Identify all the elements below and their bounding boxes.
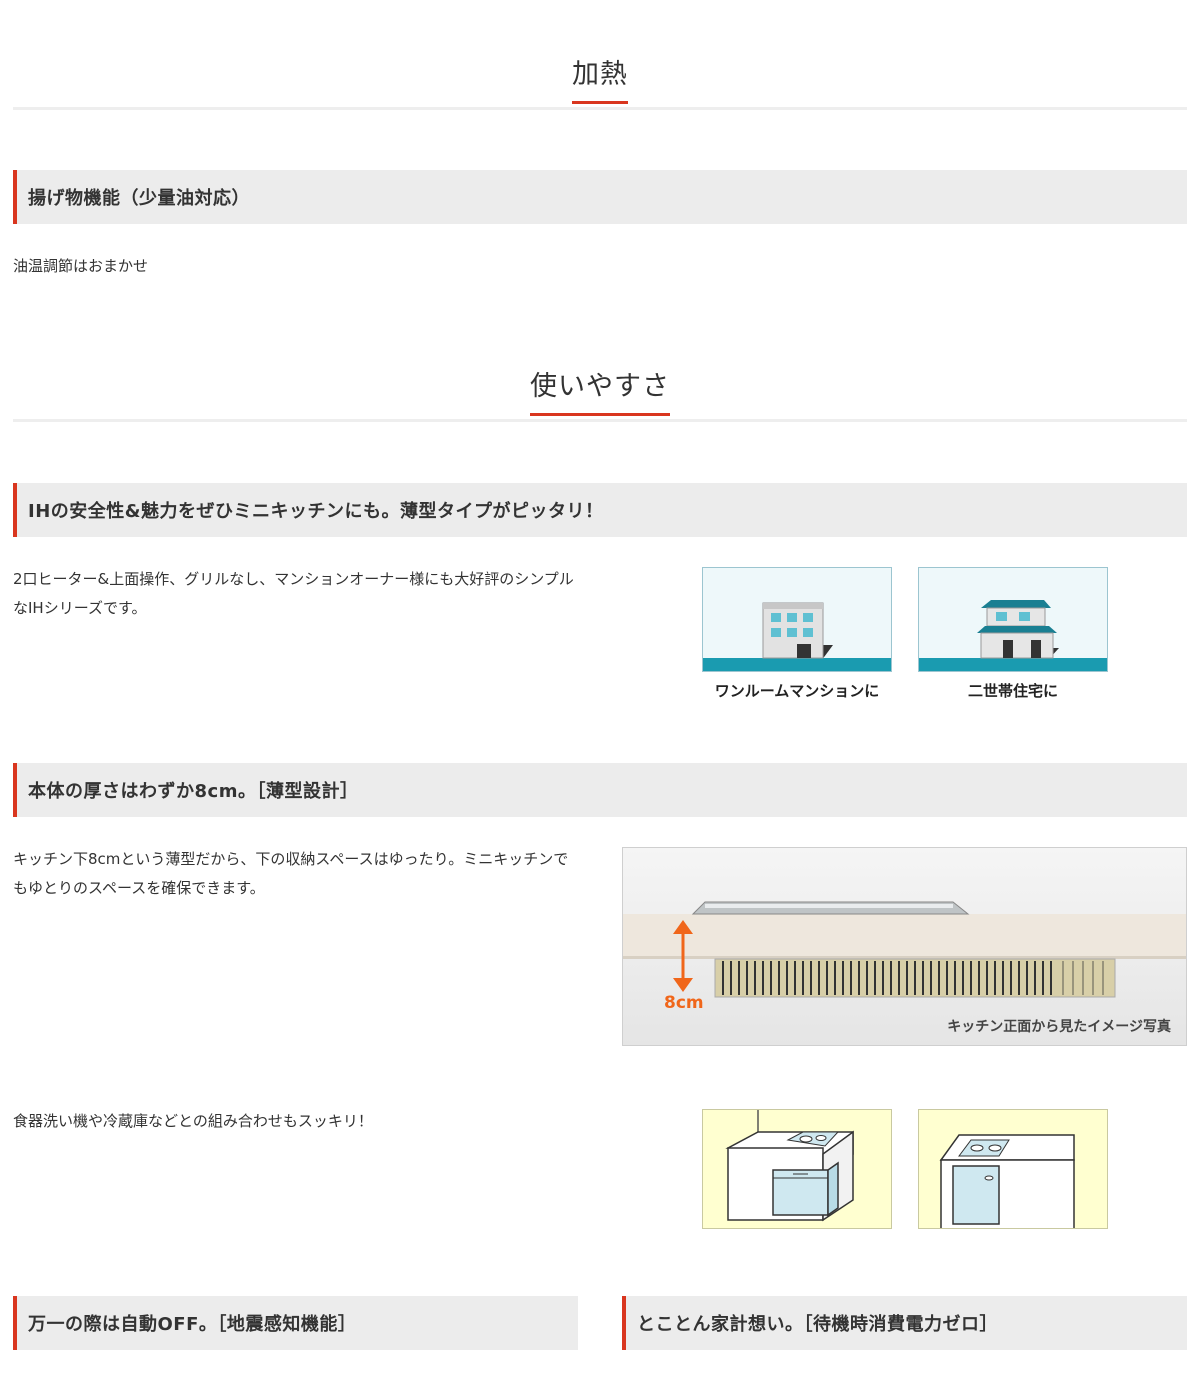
feature-heading-earthquake: 万一の際は自動OFF。［地震感知機能］ — [13, 1296, 578, 1350]
section-heading-heating: 加熱 — [13, 52, 1187, 110]
feature-text-mini-kitchen: 2口ヒーター&上面操作、グリルなし、マンションオーナー様にも大好評のシンプルなI… — [13, 570, 574, 617]
feature-title: とことん家計想い。［待機時消費電力ゼロ］ — [637, 1314, 998, 1335]
figure-one-room-mansion: ワンルームマンションに — [702, 567, 892, 701]
feature-heading-mini-kitchen: IHの安全性&魅力をぜひミニキッチンにも。薄型タイプがピッタリ！ — [13, 483, 1187, 537]
feature-heading-thin-design: 本体の厚さはわずか8cm。［薄型設計］ — [13, 763, 1187, 817]
section-title: 使いやすさ — [530, 364, 670, 416]
feature-title: 本体の厚さはわずか8cm。［薄型設計］ — [28, 781, 359, 802]
mansion-building-icon — [702, 567, 892, 672]
thickness-label: 8cm — [664, 993, 704, 1013]
figure-caption: 二世帯住宅に — [967, 682, 1058, 700]
section-title: 加熱 — [572, 52, 628, 104]
feature-title: 万一の際は自動OFF。［地震感知機能］ — [28, 1314, 357, 1335]
feature-title: IHの安全性&魅力をぜひミニキッチンにも。薄型タイプがピッタリ！ — [28, 501, 604, 522]
thin-design-photo: 8cm キッチン正面から見たイメージ写真 — [622, 847, 1187, 1046]
feature-text-thin-design: キッチン下8cmという薄型だから、下の収納スペースはゆったり。ミニキッチンでもゆ… — [13, 850, 569, 897]
section-divider — [13, 419, 1187, 422]
section-divider — [13, 107, 1187, 110]
feature-heading-standby-power: とことん家計想い。［待機時消費電力ゼロ］ — [622, 1296, 1187, 1350]
photo-caption: キッチン正面から見たイメージ写真 — [947, 1019, 1171, 1035]
dishwasher-combination-illustration — [702, 1109, 892, 1229]
feature-text-combination: 食器洗い機や冷蔵庫などとの組み合わせもスッキリ！ — [13, 1112, 373, 1130]
feature-title: 揚げ物機能（少量油対応） — [28, 188, 250, 209]
refrigerator-combination-illustration — [918, 1109, 1108, 1229]
figure-two-household-home: 二世帯住宅に — [918, 567, 1108, 701]
figure-caption: ワンルームマンションに — [714, 682, 880, 700]
feature-text-fry: 油温調節はおまかせ — [13, 257, 149, 275]
feature-heading-fry: 揚げ物機能（少量油対応） — [13, 170, 1187, 224]
section-heading-usability: 使いやすさ — [13, 364, 1187, 422]
house-icon — [918, 567, 1108, 672]
